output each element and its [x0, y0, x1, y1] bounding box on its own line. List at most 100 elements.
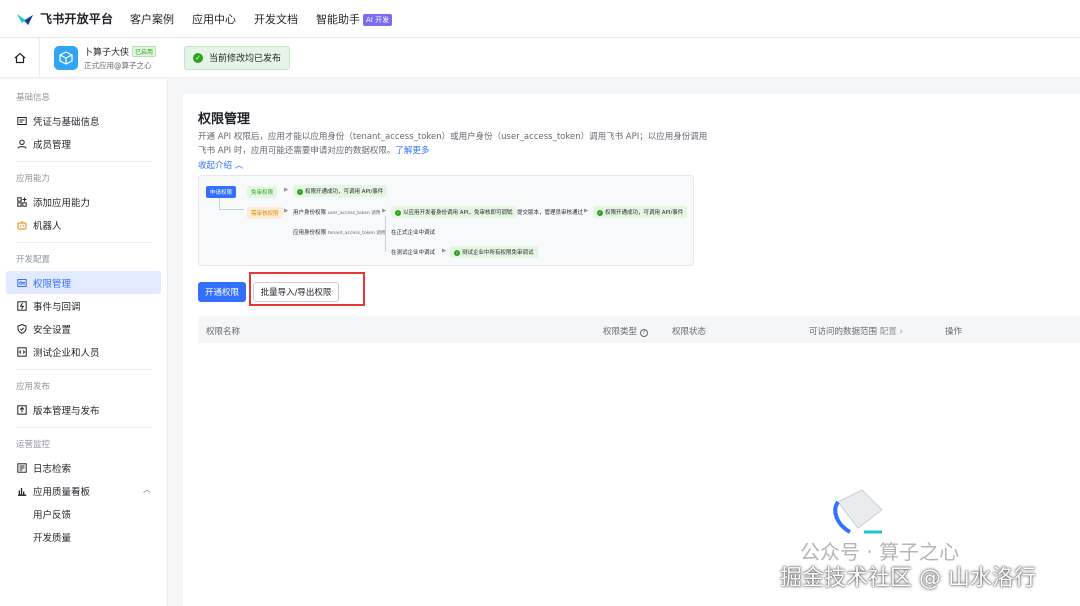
- chevron-up-icon: ︿: [234, 161, 244, 171]
- user-token-text: user_access_token 调用: [327, 211, 381, 216]
- status-test-ok: 测试企业中所有权限免审调试: [450, 246, 538, 258]
- upload-icon: [17, 404, 27, 415]
- chevron-right-icon: ›: [899, 327, 903, 337]
- sidebar-item-label: 日志检索: [33, 463, 72, 475]
- brand-name: 飞书开放平台: [40, 12, 114, 26]
- ai-badge: AI 开发: [363, 13, 393, 26]
- feishu-logo-icon: [17, 13, 33, 25]
- submit-review-text: 提交版本，管理员审核通过: [517, 210, 584, 216]
- publish-notice-text: 当前修改均已发布: [209, 54, 282, 64]
- nav-ai-assistant-label: 智能助手: [316, 12, 360, 26]
- page-description: 开通 API 权限后，应用才能以应用身份（tenant_access_token…: [198, 130, 708, 158]
- sidebar-item-quality-board[interactable]: 应用质量看板 ︿: [6, 479, 161, 502]
- sidebar-item-log-search[interactable]: 日志检索: [6, 456, 161, 479]
- arrow-glyph: ▶: [442, 248, 447, 254]
- credential-icon: [17, 116, 27, 125]
- sidebar-item-dev-quality[interactable]: 开发质量: [6, 525, 161, 548]
- collapse-intro-label: 收起介绍: [198, 161, 233, 171]
- status-badge: 已启用: [132, 45, 157, 57]
- status-free-ok: 权限开通成功，可调用 API/事件: [293, 185, 388, 197]
- arrow-glyph: ▶: [284, 187, 289, 193]
- page-title: 权限管理: [198, 112, 251, 127]
- permission-flow-diagram: 申请权限 免审权限 ▶ 权限开通成功，可调用 API/事件 需审核权限 ▶ 用户…: [198, 175, 694, 266]
- app-identity-text: 应用身份权限: [293, 230, 327, 236]
- sidebar-item-label: 应用质量看板: [33, 486, 91, 498]
- permission-table-header: 权限名称 权限类型 ? 权限状态 可访问的数据范围 配置 › 操作: [198, 316, 1080, 343]
- col-data-scope-label: 可访问的数据范围: [809, 327, 878, 337]
- member-icon: [17, 139, 27, 149]
- divider: [16, 427, 151, 428]
- publish-notice: ✓ 当前修改均已发布: [184, 45, 291, 70]
- arrow-glyph: ▶: [584, 208, 589, 214]
- sidebar-item-members[interactable]: 成员管理: [6, 132, 161, 155]
- home-icon: [14, 52, 25, 63]
- col-data-scope: 可访问的数据范围 配置 ›: [809, 325, 903, 337]
- top-bar: 飞书开放平台 客户案例 应用中心 开发文档 智能助手 AI 开发: [0, 0, 1080, 38]
- event-icon: [17, 300, 27, 311]
- app-meta: 卜算子大侠 已启用 正式应用@算子之心: [84, 45, 157, 71]
- sidebar-item-add-capability[interactable]: 添加应用能力: [6, 190, 161, 213]
- nav-ai-assistant[interactable]: 智能助手 AI 开发: [316, 11, 393, 27]
- app-subtitle: 正式应用@算子之心: [84, 60, 152, 70]
- col-operations: 操作: [945, 327, 963, 337]
- chart-icon: [18, 487, 27, 496]
- sidebar-item-robot[interactable]: 机器人: [6, 213, 161, 236]
- collapse-intro-link[interactable]: 收起介绍 ︿: [198, 159, 243, 171]
- sidebar-item-label: 事件与回调: [33, 301, 81, 313]
- tenant-token-text: tenant_access_token 调用: [327, 231, 386, 236]
- sidebar: 基础信息 凭证与基础信息 成员管理 应用能力 添加应用能力 机器人 开发配置 权…: [0, 79, 168, 606]
- sidebar-item-security[interactable]: 安全设置: [6, 317, 161, 340]
- tag-free-permission: 免审权限: [247, 186, 278, 198]
- test-debug-text: 在测试企业中调试: [391, 250, 436, 256]
- code-icon: [17, 346, 27, 357]
- brand-logo[interactable]: 飞书开放平台: [16, 10, 130, 27]
- nav-app-center[interactable]: 应用中心: [192, 11, 236, 27]
- sidebar-item-label: 添加应用能力: [33, 197, 91, 209]
- arrow-glyph: ▶: [382, 208, 387, 214]
- cube-icon: [59, 50, 73, 65]
- sidebar-item-label: 权限管理: [33, 278, 72, 290]
- grid-add-icon: [17, 196, 27, 207]
- sidebar-item-label: 版本管理与发布: [33, 405, 100, 417]
- sidebar-item-versions[interactable]: 版本管理与发布: [6, 398, 161, 421]
- top-nav: 客户案例 应用中心 开发文档 智能助手 AI 开发: [130, 11, 393, 27]
- sidebar-item-user-feedback[interactable]: 用户反馈: [6, 502, 161, 525]
- col-permission-type-label: 权限类型: [603, 327, 638, 337]
- section-ops-monitoring: 运营监控: [16, 440, 51, 450]
- home-button[interactable]: [0, 37, 40, 78]
- tag-apply-permission: 申请权限: [206, 186, 237, 198]
- sidebar-item-permissions[interactable]: 权限管理: [6, 271, 161, 294]
- col-permission-type: 权限类型 ?: [603, 325, 648, 337]
- prod-debug-text: 在正式企业中调试: [391, 230, 436, 236]
- app-bar: 卜算子大侠 已启用 正式应用@算子之心 ✓ 当前修改均已发布: [0, 37, 1080, 78]
- arrow-glyph: ▶: [284, 208, 289, 214]
- flow-line: [385, 216, 386, 252]
- watermark-juejin: 掘金技术社区 @ 山水洛行: [780, 566, 1036, 591]
- section-app-publish: 应用发布: [16, 382, 51, 392]
- sidebar-item-label: 用户反馈: [33, 509, 72, 521]
- section-app-capabilities: 应用能力: [16, 174, 51, 184]
- sidebar-item-test-enterprise[interactable]: 测试企业和人员: [6, 340, 161, 363]
- divider: [16, 161, 151, 162]
- section-basic-info: 基础信息: [16, 93, 51, 103]
- shield-icon: [17, 323, 27, 334]
- user-identity-text: 用户身份权限: [293, 210, 327, 216]
- sidebar-item-label: 测试企业和人员: [33, 347, 100, 359]
- robot-icon: [17, 220, 27, 229]
- nav-dev-docs[interactable]: 开发文档: [254, 11, 298, 27]
- learn-more-link[interactable]: 了解更多: [395, 146, 429, 156]
- enable-permission-button[interactable]: 开通权限: [198, 282, 246, 302]
- log-icon: [17, 462, 27, 473]
- app-avatar: [54, 45, 78, 70]
- sidebar-item-label: 成员管理: [33, 139, 72, 151]
- nav-customer-cases[interactable]: 客户案例: [130, 11, 174, 27]
- help-circle-icon[interactable]: ?: [639, 329, 648, 337]
- configure-link[interactable]: 配置: [880, 327, 897, 337]
- sidebar-item-credentials[interactable]: 凭证与基础信息: [6, 109, 161, 132]
- chevron-up-icon[interactable]: ︿: [143, 484, 151, 495]
- col-permission-name: 权限名称: [206, 327, 241, 337]
- status-user-ok: 以应用开发者身份调用 API，免审核即可调试: [391, 206, 517, 218]
- check-circle-icon: ✓: [193, 52, 204, 63]
- permission-icon: [17, 278, 27, 287]
- sidebar-item-events[interactable]: 事件与回调: [6, 294, 161, 317]
